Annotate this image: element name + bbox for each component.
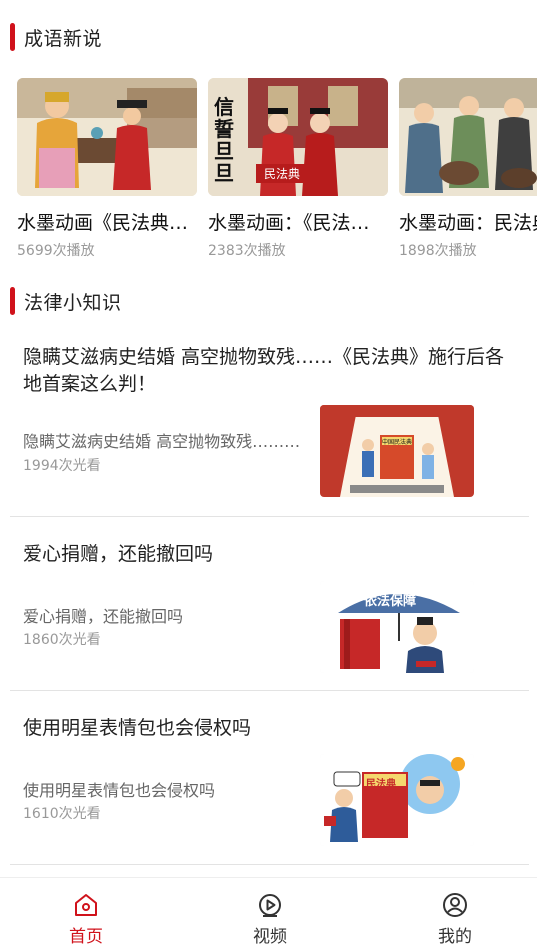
video-thumbnail[interactable]: 信誓旦旦 民法典 bbox=[208, 78, 388, 196]
section-title: 成语新说 bbox=[24, 27, 103, 50]
video-title[interactable]: 水墨动画：民法典 bbox=[399, 208, 537, 235]
article-view-count: 1994次光看 bbox=[23, 458, 101, 474]
stage-curtain-image bbox=[320, 405, 474, 497]
article-view-count: 1860次光看 bbox=[23, 632, 101, 648]
video-card[interactable]: 信誓旦旦 民法典 水墨动画：《民法典》成语新说 2383次播放 bbox=[208, 78, 388, 258]
divider bbox=[10, 864, 529, 865]
tab-label: 视频 bbox=[253, 927, 287, 947]
video-carousel[interactable]: 水墨动画《民法典》：成语新说… 5699次播放 信誓旦旦 民法典 水墨动画：《民… bbox=[17, 78, 537, 258]
divider bbox=[10, 690, 529, 691]
article-item[interactable]: 使用明星表情包也会侵权吗 使用明星表情包也会侵权吗 1610次光看 民法典 bbox=[10, 715, 529, 855]
section-accent-bar bbox=[10, 287, 15, 315]
article-thumbnail[interactable]: 依法保障 bbox=[320, 581, 474, 673]
article-item[interactable]: 爱心捐赠，还能撤回吗 爱心捐赠，还能撤回吗 1860次光看 依法保障 bbox=[10, 541, 529, 681]
video-card[interactable]: 水墨动画《民法典》：成语新说… 5699次播放 bbox=[17, 78, 197, 258]
tab-profile[interactable]: 我的 bbox=[420, 892, 490, 947]
article-thumbnail[interactable]: 中国民法典 bbox=[320, 405, 474, 497]
article-summary: 爱心捐赠，还能撤回吗 bbox=[23, 607, 184, 626]
divider bbox=[10, 516, 529, 517]
article-summary: 隐瞒艾滋病史结婚 高空抛物致残……《民法典》施行后各地首案这么判！ bbox=[23, 432, 305, 451]
sign-text: 中国民法典 bbox=[381, 439, 412, 446]
play-circle-icon bbox=[259, 894, 281, 917]
book-text: 民法典 bbox=[366, 779, 396, 790]
video-thumbnail[interactable] bbox=[399, 78, 537, 196]
ink-painting-image bbox=[399, 78, 537, 196]
article-title[interactable]: 隐瞒艾滋病史结婚 高空抛物致残……《民法典》施行后各地首案这么判！ bbox=[23, 344, 513, 398]
article-title[interactable]: 使用明星表情包也会侵权吗 bbox=[23, 715, 513, 742]
article-title[interactable]: 爱心捐赠，还能撤回吗 bbox=[23, 541, 513, 568]
video-card[interactable]: 水墨动画：民法典 1898次播放 bbox=[399, 78, 537, 258]
tab-label: 我的 bbox=[438, 927, 472, 947]
tab-label: 首页 bbox=[69, 927, 103, 947]
emoji-copyright-image bbox=[320, 754, 474, 846]
video-thumbnail[interactable] bbox=[17, 78, 197, 196]
section-header-idioms: 成语新说 bbox=[10, 22, 102, 52]
article-view-count: 1610次光看 bbox=[23, 806, 101, 822]
tab-video[interactable]: 视频 bbox=[235, 892, 305, 947]
calligraphy-text: 信誓旦旦 bbox=[214, 95, 234, 185]
user-icon bbox=[443, 893, 467, 917]
home-icon bbox=[75, 894, 97, 916]
video-play-count: 5699次播放 bbox=[17, 243, 95, 258]
tab-home[interactable]: 首页 bbox=[51, 892, 121, 947]
video-banner: 民法典 bbox=[256, 164, 309, 183]
video-title[interactable]: 水墨动画：《民法典》成语新说 bbox=[208, 208, 388, 235]
article-item[interactable]: 隐瞒艾滋病史结婚 高空抛物致残……《民法典》施行后各地首案这么判！ 隐瞒艾滋病史… bbox=[10, 344, 529, 510]
video-title[interactable]: 水墨动画《民法典》：成语新说… bbox=[17, 208, 197, 235]
umbrella-text: 依法保障 bbox=[364, 594, 417, 609]
article-summary: 使用明星表情包也会侵权吗 bbox=[23, 781, 216, 800]
bottom-tab-bar: 首页 视频 我的 bbox=[0, 877, 537, 952]
section-title: 法律小知识 bbox=[24, 291, 122, 314]
ink-painting-image bbox=[17, 78, 197, 196]
article-thumbnail[interactable]: 民法典 bbox=[320, 754, 474, 846]
video-play-count: 2383次播放 bbox=[208, 243, 286, 258]
section-header-law: 法律小知识 bbox=[10, 286, 122, 316]
section-accent-bar bbox=[10, 23, 15, 51]
video-play-count: 1898次播放 bbox=[399, 243, 477, 258]
